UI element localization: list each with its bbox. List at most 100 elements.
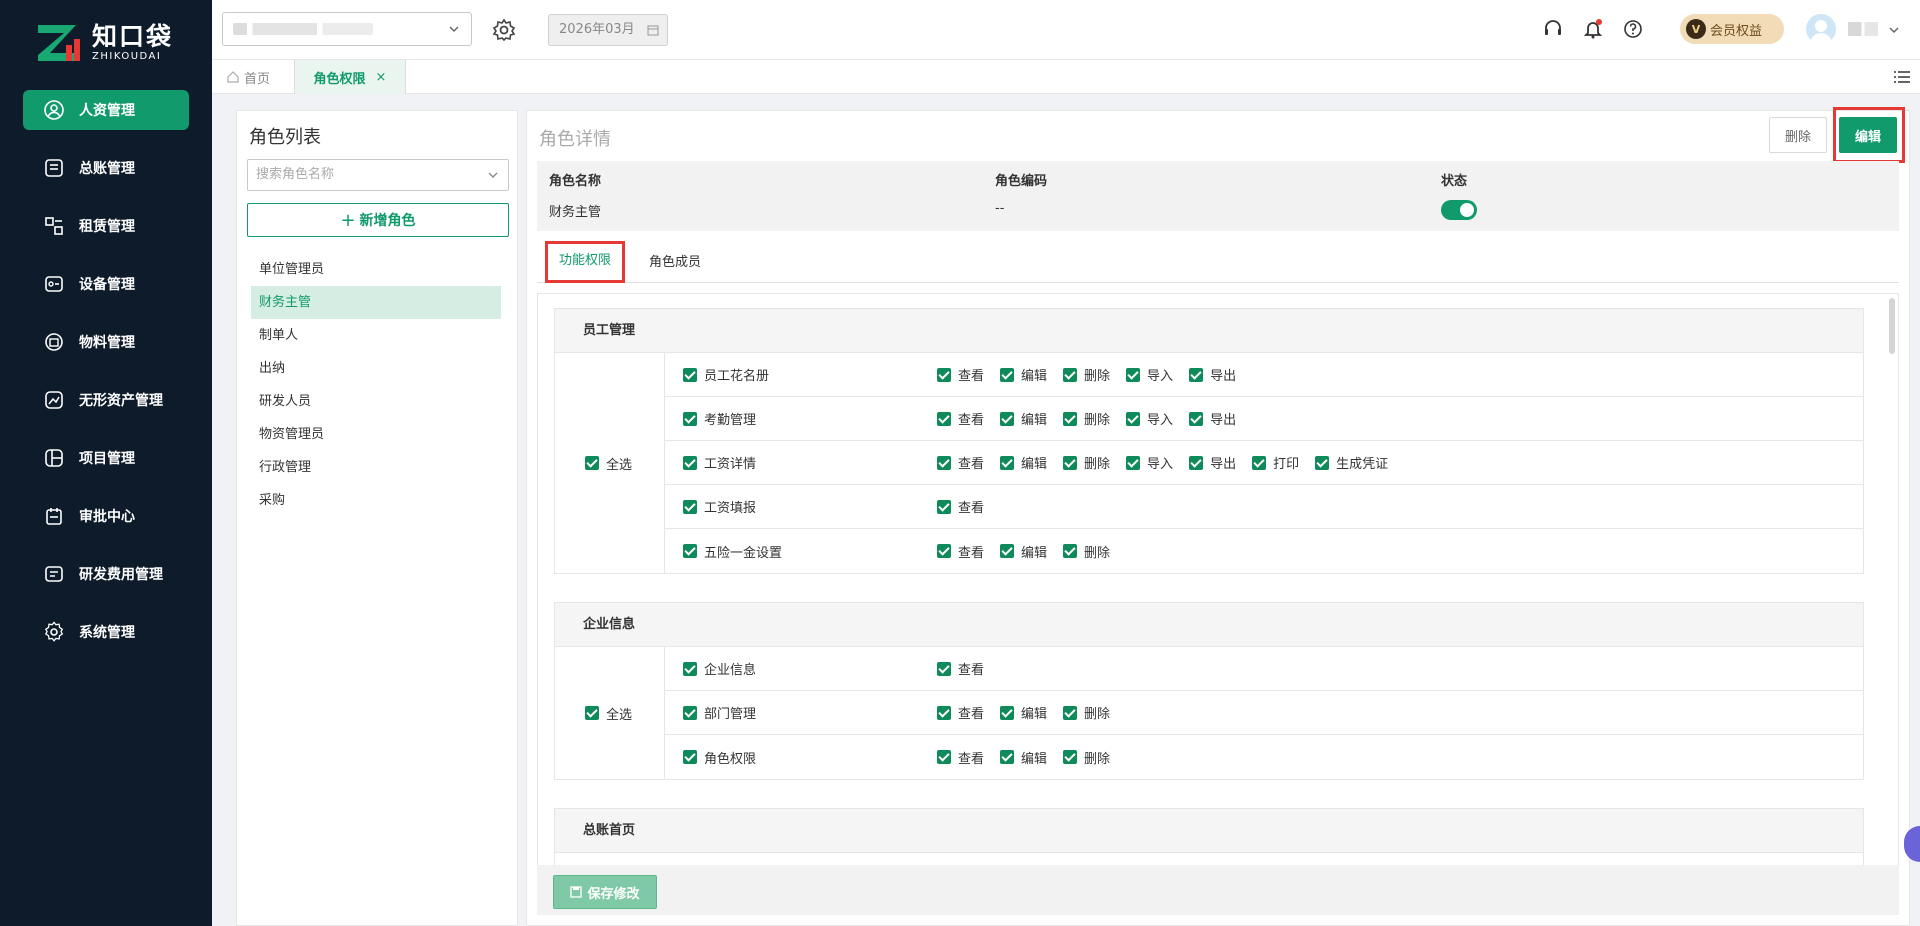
sidebar-item-2[interactable]: 总账管理 <box>23 148 189 188</box>
select-all-label: 全选 <box>606 707 633 723</box>
delete-button[interactable]: 删除 <box>1769 117 1827 153</box>
permission-action-label: 生成凭证 <box>1336 457 1389 472</box>
checkbox-checked-icon <box>683 544 697 558</box>
checkbox-checked-icon <box>683 367 697 382</box>
close-icon[interactable]: × <box>376 70 387 85</box>
role-list-item[interactable]: 行政管理 <box>251 451 501 484</box>
permission-action-checkbox[interactable]: 导出 <box>1189 453 1236 472</box>
select-all-checkbox[interactable]: 全选 <box>555 647 665 779</box>
checkbox-checked-icon <box>1063 544 1078 558</box>
status-label: 状态 <box>1441 174 1468 189</box>
permission-action-checkbox[interactable]: 查看 <box>937 748 984 767</box>
permission-action-checkbox[interactable]: 导入 <box>1126 409 1173 428</box>
tab-list-icon[interactable] <box>1894 70 1910 84</box>
permission-action-checkbox[interactable]: 删除 <box>1063 453 1110 472</box>
permission-action-checkbox[interactable]: 删除 <box>1063 409 1110 428</box>
permission-action-checkbox[interactable]: 查看 <box>937 542 984 561</box>
intangible-asset-icon <box>43 389 65 411</box>
sidebar-item-10[interactable]: 系统管理 <box>23 612 189 652</box>
tab-home-label: 首页 <box>244 71 271 87</box>
permission-action-checkbox[interactable]: 编辑 <box>1000 748 1047 767</box>
permission-module-checkbox[interactable]: 五险一金设置 <box>665 542 937 561</box>
permission-module-checkbox[interactable]: 部门管理 <box>665 703 937 722</box>
permission-module-checkbox[interactable]: 考勤管理 <box>665 409 937 428</box>
checkbox-checked-icon <box>1126 411 1141 426</box>
permission-action-checkbox[interactable]: 导入 <box>1126 365 1173 384</box>
add-role-label: 新增角色 <box>359 213 416 229</box>
chevron-down-icon[interactable] <box>1888 24 1900 36</box>
tab-function-permissions[interactable]: 功能权限 <box>545 241 625 283</box>
save-button[interactable]: 保存修改 <box>553 875 657 909</box>
headset-icon[interactable] <box>1542 18 1564 40</box>
role-list: 单位管理员 财务主管 制单人 出纳 研发人员 物资管理员 行政管理 采购 <box>251 253 501 517</box>
permission-action-checkbox[interactable]: 查看 <box>937 365 984 384</box>
gear-icon[interactable] <box>492 18 516 42</box>
permission-row: 企业信息 查看 <box>665 647 1863 691</box>
permission-action-checkbox[interactable]: 导出 <box>1189 365 1236 384</box>
help-icon[interactable] <box>1622 18 1644 40</box>
permission-action-checkbox[interactable]: 查看 <box>937 453 984 472</box>
chevron-down-icon <box>449 26 459 33</box>
permission-action-checkbox[interactable]: 查看 <box>937 703 984 722</box>
search-placeholder: 搜索角色名称 <box>256 167 335 182</box>
sidebar-item-4[interactable]: 设备管理 <box>23 264 189 304</box>
company-select[interactable] <box>222 12 472 46</box>
permission-action-checkbox[interactable]: 打印 <box>1252 453 1299 472</box>
materials-icon <box>43 331 65 353</box>
permission-action-checkbox[interactable]: 导出 <box>1189 409 1236 428</box>
role-list-item[interactable]: 财务主管 <box>251 286 501 319</box>
sidebar-item-5[interactable]: 物料管理 <box>23 322 189 362</box>
sidebar-item-9[interactable]: 研发费用管理 <box>23 554 189 594</box>
permission-action-checkbox[interactable]: 查看 <box>937 409 984 428</box>
permission-module-checkbox[interactable]: 企业信息 <box>665 659 937 678</box>
permission-action-checkbox[interactable]: 导入 <box>1126 453 1173 472</box>
permission-actions: 查看 编辑 删除 导入 导出 <box>937 409 1252 428</box>
brand-logo[interactable]: 知口袋 ZHIKOUDAI <box>36 20 173 66</box>
bell-icon[interactable] <box>1582 18 1604 40</box>
lease-icon <box>43 215 65 237</box>
role-detail-panel: 角色详情 删除 编辑 角色名称 财务主管 角色编码 -- 状态 功能权限 角色成… <box>526 107 1910 926</box>
permission-module-checkbox[interactable]: 工资填报 <box>665 497 937 516</box>
member-benefits-button[interactable]: V 会员权益 <box>1680 14 1784 44</box>
permission-action-checkbox[interactable]: 查看 <box>937 659 984 678</box>
permission-action-checkbox[interactable]: 编辑 <box>1000 365 1047 384</box>
permission-action-checkbox[interactable]: 删除 <box>1063 542 1110 561</box>
permission-action-checkbox[interactable]: 删除 <box>1063 365 1110 384</box>
tab-role-members[interactable]: 角色成员 <box>649 243 701 283</box>
permission-action-checkbox[interactable]: 生成凭证 <box>1315 453 1388 472</box>
sidebar-item-1[interactable]: 人资管理 <box>23 90 189 130</box>
sidebar-item-label: 物料管理 <box>79 335 135 351</box>
sidebar-item-3[interactable]: 租赁管理 <box>23 206 189 246</box>
permission-row: 员工花名册 查看 编辑 删除 导入 导出 <box>665 353 1863 397</box>
select-all-checkbox[interactable]: 全选 <box>555 353 665 573</box>
checkbox-checked-icon <box>1000 544 1015 558</box>
tab-home[interactable]: 首页 <box>226 60 270 94</box>
role-search-input[interactable]: 搜索角色名称 <box>247 159 509 191</box>
permission-action-checkbox[interactable]: 编辑 <box>1000 453 1047 472</box>
permission-action-checkbox[interactable]: 删除 <box>1063 748 1110 767</box>
role-list-item[interactable]: 制单人 <box>251 319 501 352</box>
permission-action-checkbox[interactable]: 编辑 <box>1000 409 1047 428</box>
status-toggle[interactable] <box>1441 200 1477 220</box>
sidebar-item-7[interactable]: 项目管理 <box>23 438 189 478</box>
role-list-item[interactable]: 物资管理员 <box>251 418 501 451</box>
select-all-label: 全选 <box>606 457 633 473</box>
permission-module-checkbox[interactable]: 员工花名册 <box>665 365 937 384</box>
role-list-item[interactable]: 出纳 <box>251 352 501 385</box>
permission-action-checkbox[interactable]: 编辑 <box>1000 703 1047 722</box>
scrollbar[interactable] <box>1889 298 1895 354</box>
add-role-button[interactable]: + 新增角色 <box>247 203 509 237</box>
avatar[interactable] <box>1806 14 1836 44</box>
tab-role-permissions[interactable]: 角色权限 × <box>294 60 406 94</box>
permission-action-checkbox[interactable]: 编辑 <box>1000 542 1047 561</box>
sidebar-item-6[interactable]: 无形资产管理 <box>23 380 189 420</box>
permission-module-checkbox[interactable]: 角色权限 <box>665 748 937 767</box>
role-list-item[interactable]: 研发人员 <box>251 385 501 418</box>
month-picker[interactable]: 2026年03月 <box>548 14 668 46</box>
permission-action-checkbox[interactable]: 查看 <box>937 497 984 516</box>
role-list-item[interactable]: 采购 <box>251 484 501 517</box>
sidebar-item-8[interactable]: 审批中心 <box>23 496 189 536</box>
role-list-item[interactable]: 单位管理员 <box>251 253 501 286</box>
permission-module-checkbox[interactable]: 工资详情 <box>665 453 937 472</box>
permission-action-checkbox[interactable]: 删除 <box>1063 703 1110 722</box>
